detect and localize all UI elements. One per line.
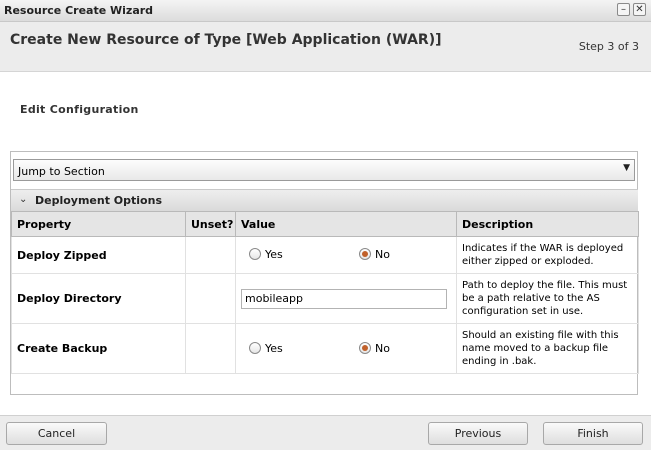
column-header-unset: Unset? — [185, 211, 236, 237]
property-table: Property Unset? Value Description Deploy… — [11, 211, 639, 374]
create-backup-radio-group: Yes No — [241, 339, 456, 359]
table-row: Deploy Directory Path to deploy the file… — [11, 273, 639, 324]
value-cell — [235, 273, 457, 324]
jump-to-section-select[interactable]: Jump to Section ▼ — [13, 159, 635, 181]
radio-no[interactable] — [359, 248, 371, 260]
radio-no[interactable] — [359, 341, 371, 354]
radio-no-label[interactable]: No — [375, 248, 390, 261]
table-header-row: Property Unset? Value Description — [11, 211, 639, 237]
column-header-description: Description — [456, 211, 639, 237]
jump-to-section-value: Jump to Section — [18, 165, 105, 178]
unset-cell — [185, 273, 236, 324]
deploy-zipped-radio-group: Yes No — [241, 245, 456, 265]
property-name: Deploy Zipped — [11, 236, 186, 274]
group-label: Deployment Options — [35, 194, 162, 207]
wizard-footer: Cancel Previous Finish — [0, 415, 651, 450]
column-header-value: Value — [235, 211, 457, 237]
section-title: Edit Configuration — [20, 103, 139, 116]
page-title: Create New Resource of Type [Web Applica… — [10, 32, 442, 48]
group-deployment-options[interactable]: ⌄ Deployment Options — [11, 189, 638, 212]
previous-button[interactable]: Previous — [428, 422, 528, 445]
radio-yes-label[interactable]: Yes — [265, 248, 283, 261]
property-name: Create Backup — [11, 323, 186, 374]
step-indicator: Step 3 of 3 — [578, 40, 639, 53]
window-titlebar: Resource Create Wizard – ✕ — [0, 0, 651, 22]
finish-button[interactable]: Finish — [543, 422, 643, 445]
minimize-icon[interactable]: – — [617, 3, 630, 16]
wizard-header: Create New Resource of Type [Web Applica… — [0, 22, 651, 72]
window-title: Resource Create Wizard — [4, 4, 154, 17]
close-icon[interactable]: ✕ — [633, 3, 646, 16]
value-cell: Yes No — [235, 323, 457, 374]
column-header-property: Property — [11, 211, 186, 237]
description-cell: Should an existing file with this name m… — [456, 323, 639, 374]
dropdown-arrow-icon: ▼ — [623, 163, 630, 173]
unset-cell — [185, 236, 236, 274]
table-row: Create Backup Yes No Should an existing … — [11, 323, 639, 374]
radio-yes[interactable] — [249, 341, 261, 354]
property-name: Deploy Directory — [11, 273, 186, 324]
table-row: Deploy Zipped Yes No Indicates if the WA… — [11, 236, 639, 274]
value-cell: Yes No — [235, 236, 457, 274]
cancel-button[interactable]: Cancel — [6, 422, 107, 445]
radio-no-label[interactable]: No — [375, 342, 390, 355]
description-cell: Path to deploy the file. This must be a … — [456, 273, 639, 324]
unset-cell — [185, 323, 236, 374]
deploy-directory-input[interactable] — [241, 288, 447, 309]
radio-yes[interactable] — [249, 248, 261, 260]
chevron-down-icon[interactable]: ⌄ — [19, 194, 27, 205]
radio-yes-label[interactable]: Yes — [265, 342, 283, 355]
description-cell: Indicates if the WAR is deployed either … — [456, 236, 639, 274]
